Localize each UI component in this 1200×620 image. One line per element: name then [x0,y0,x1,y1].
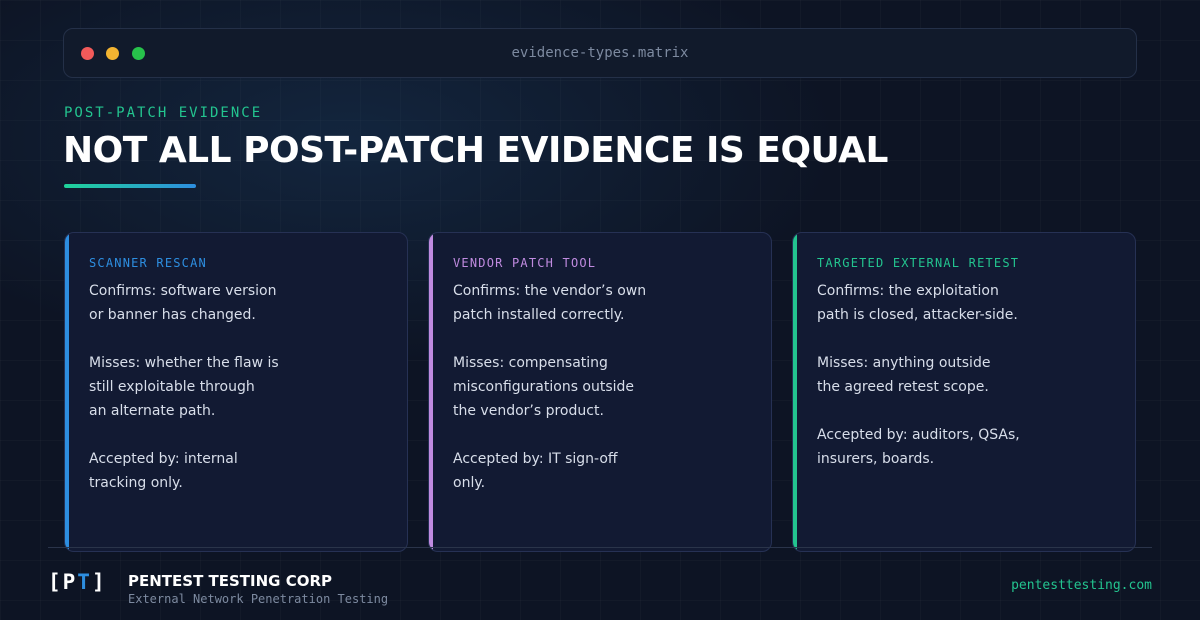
logo-open: [P [48,570,78,594]
card-tag: VENDOR PATCH TOOL [453,256,597,270]
company-logo: [PT] [48,570,107,594]
company-name: PENTEST TESTING CORP [128,572,333,590]
card-accent-bar [429,233,433,551]
card-line [89,327,391,351]
page-title: NOT ALL POST-PATCH EVIDENCE IS EQUAL [63,130,888,171]
card-line: only. [453,475,486,491]
card-body: Confirms: software version or banner has … [89,279,391,495]
evidence-card: VENDOR PATCH TOOL Confirms: the vendor’s … [428,232,772,552]
card-line: Confirms: the exploitation [817,283,999,299]
company-tagline: External Network Penetration Testing [128,592,389,606]
card-line: Accepted by: internal [89,451,238,467]
footer-divider [48,547,1152,548]
title-underline [64,184,196,188]
card-line: or banner has changed. [89,307,256,323]
card-line [817,327,1119,351]
card-line: Confirms: software version [89,283,277,299]
card-accent-bar [793,233,797,551]
card-line: Accepted by: IT sign-off [453,451,618,467]
card-line [89,423,391,447]
card-line: still exploitable through [89,379,255,395]
card-line: misconfigurations outside [453,379,635,395]
card-line: Confirms: the vendor’s own [453,283,647,299]
card-line: an alternate path. [89,403,216,419]
card-line: Misses: compensating [453,355,608,371]
card-line: patch installed correctly. [453,307,625,323]
card-line: Accepted by: auditors, QSAs, [817,427,1020,443]
card-body: Confirms: the vendor’s own patch installe… [453,279,755,495]
card-line [817,399,1119,423]
section-eyebrow: POST-PATCH EVIDENCE [64,105,263,121]
logo-t: T [77,570,92,594]
evidence-card: SCANNER RESCAN Confirms: software version… [64,232,408,552]
evidence-card: TARGETED EXTERNAL RETEST Confirms: the ex… [792,232,1136,552]
card-line: tracking only. [89,475,183,491]
logo-close: ] [91,570,107,594]
window-title: evidence-types.matrix [511,45,689,61]
website-link[interactable]: pentesttesting.com [1011,578,1152,593]
card-accent-bar [65,233,69,551]
card-tag: SCANNER RESCAN [89,256,207,270]
card-line [453,327,755,351]
card-line: insurers, boards. [817,451,935,467]
card-line [453,423,755,447]
card-line: Misses: anything outside [817,355,991,371]
card-line: the vendor’s product. [453,403,604,419]
card-line: the agreed retest scope. [817,379,989,395]
card-line: path is closed, attacker-side. [817,307,1018,323]
card-tag: TARGETED EXTERNAL RETEST [817,256,1020,270]
card-body: Confirms: the exploitation path is closed… [817,279,1119,471]
card-line: Misses: whether the flaw is [89,355,279,371]
window-title-bar: evidence-types.matrix [63,28,1137,78]
